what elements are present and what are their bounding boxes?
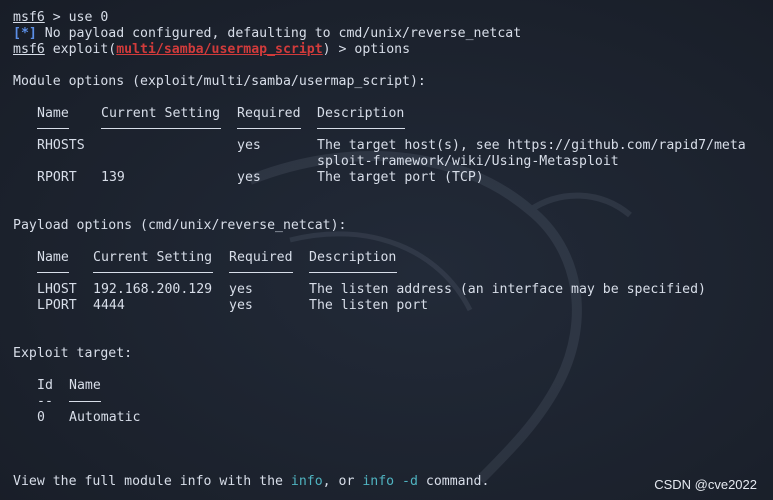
header-underline <box>37 272 69 273</box>
module-row-description-cont: sploit-framework/wiki/Using-Metasploit <box>317 154 619 169</box>
header-underline <box>229 272 293 273</box>
target-header-id-underline: -- <box>37 394 53 409</box>
header-underline <box>93 272 213 273</box>
module-row-description: The target port (TCP) <box>317 170 484 185</box>
target-row-id: 0 <box>37 410 45 425</box>
footer-hint: View the full module info with the info,… <box>13 474 490 489</box>
payload-header-description: Description <box>309 250 397 265</box>
module-row-name: RPORT <box>37 170 77 185</box>
payload-options-title: Payload options (cmd/unix/reverse_netcat… <box>13 218 347 233</box>
target-header-id: Id <box>37 378 53 393</box>
command-line-use: msf6 > use 0 <box>13 10 109 25</box>
header-underline <box>237 128 301 129</box>
payload-row-setting: 192.168.200.129 <box>93 282 213 297</box>
module-header-setting: Current Setting <box>101 106 221 121</box>
module-row-description: The target host(s), see https://github.c… <box>317 138 746 153</box>
header-underline <box>101 128 221 129</box>
module-header-description: Description <box>317 106 405 121</box>
payload-row-name: LPORT <box>37 298 77 313</box>
module-row-required: yes <box>237 138 261 153</box>
exploit-target-title: Exploit target: <box>13 346 133 361</box>
payload-row-description: The listen address (an interface may be … <box>309 282 706 297</box>
module-header-required: Required <box>237 106 301 121</box>
payload-row-name: LHOST <box>37 282 77 297</box>
info-command: info <box>290 474 323 489</box>
status-line: [*] No payload configured, defaulting to… <box>13 26 522 41</box>
terminal-window[interactable]: msf6 > use 0 [*] No payload configured, … <box>0 0 773 500</box>
target-header-name: Name <box>69 378 101 393</box>
module-options-title: Module options (exploit/multi/samba/user… <box>13 74 426 89</box>
payload-row-required: yes <box>229 282 253 297</box>
payload-row-setting: 4444 <box>93 298 125 313</box>
module-row-setting: 139 <box>101 170 125 185</box>
header-underline <box>37 128 69 129</box>
header-underline <box>317 128 405 129</box>
payload-header-name: Name <box>37 250 69 265</box>
csdn-watermark: CSDN @cve2022 <box>654 477 757 492</box>
module-row-required: yes <box>237 170 261 185</box>
info-d-command: info -d <box>362 474 418 489</box>
payload-row-description: The listen port <box>309 298 429 313</box>
module-header-name: Name <box>37 106 69 121</box>
header-underline <box>69 401 101 402</box>
payload-header-setting: Current Setting <box>93 250 213 265</box>
module-row-name: RHOSTS <box>37 138 85 153</box>
payload-row-required: yes <box>229 298 253 313</box>
payload-header-required: Required <box>229 250 293 265</box>
command-line-options: msf6 exploit(multi/samba/usermap_script)… <box>13 42 411 57</box>
header-underline <box>309 272 397 273</box>
target-row-name: Automatic <box>69 410 141 425</box>
